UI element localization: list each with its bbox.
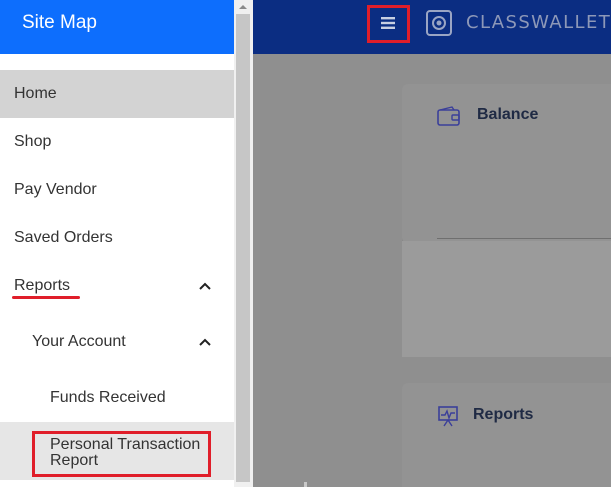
sidebar-item-reports[interactable]: Reports [0,262,234,310]
sidebar-item-label: Home [14,85,57,102]
wallet-icon [437,106,460,126]
sidebar-item-shop[interactable]: Shop [0,118,234,166]
cursor-mark [304,482,307,487]
sidebar-item-saved-orders[interactable]: Saved Orders [0,214,234,262]
sidebar-item-label: Personal Transaction Report [50,437,200,469]
hamburger-menu-icon [381,17,395,29]
balance-card-title: Balance [477,106,539,123]
chart-presentation-icon [438,406,458,427]
sidebar-item-label: Pay Vendor [14,181,97,198]
sidebar-item-personal-transaction-report[interactable]: Personal Transaction Report [0,422,234,480]
reports-card [402,383,611,487]
chevron-up-icon [199,282,211,290]
sidebar-item-home[interactable]: Home [0,70,234,118]
sidebar-item-label: Reports [14,277,71,294]
sidebar-title: Site Map [22,12,97,33]
sidebar-item-label: Your Account [32,333,126,350]
sidebar-item-label: Saved Orders [14,229,113,246]
sidebar-item-your-account[interactable]: Your Account [0,318,234,366]
scrollbar-thumb[interactable] [236,14,250,482]
sidebar-item-pay-vendor[interactable]: Pay Vendor [0,166,234,214]
sidebar-item-label: Funds Received [50,389,166,406]
reports-underline-annotation [12,296,80,299]
label-line-2: Report [50,452,99,469]
sidebar-item-label: Shop [14,133,52,150]
balance-divider [437,238,611,239]
balance-card-footer [402,241,611,357]
classwallet-logo-icon [426,10,452,36]
brand-name: CLASSWALLET [466,12,611,33]
chevron-up-icon [199,338,211,346]
label-line-1: Personal Transaction [50,436,201,453]
sidebar-item-funds-received[interactable]: Funds Received [0,374,234,422]
sidebar-header: Site Map [0,0,234,54]
hamburger-menu-button[interactable] [372,10,404,36]
scroll-up-arrow-icon[interactable] [238,2,248,12]
reports-card-title: Reports [473,406,534,423]
site-map-sidebar: Site Map Home Shop Pay Vendor Saved Orde… [0,0,234,487]
